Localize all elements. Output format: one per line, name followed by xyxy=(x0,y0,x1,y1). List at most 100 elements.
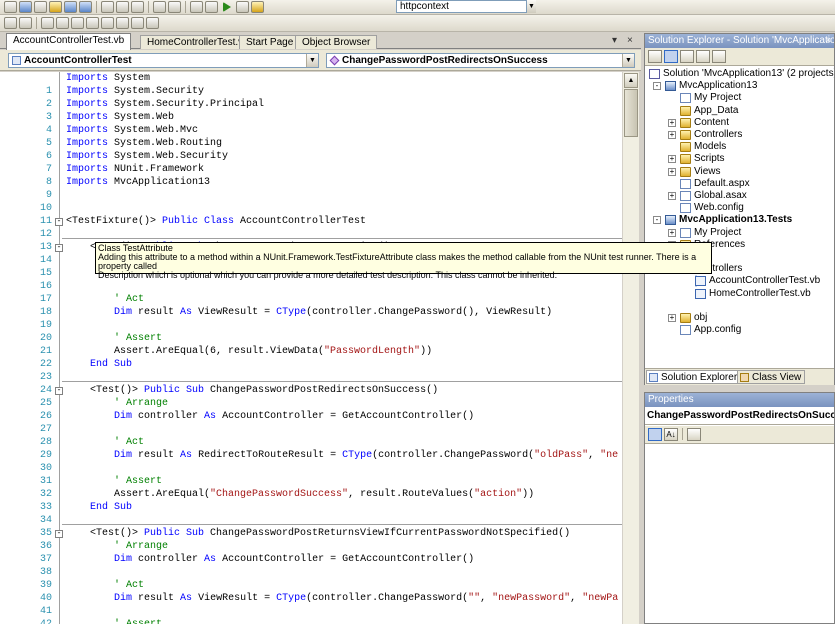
code-line[interactable]: 25 ' Arrange xyxy=(0,397,622,410)
expand-icon[interactable]: + xyxy=(668,314,676,322)
expand-icon[interactable]: + xyxy=(668,228,676,237)
view-code-icon[interactable] xyxy=(696,50,710,63)
code-line[interactable]: 31 ' Assert xyxy=(0,475,622,488)
code-line[interactable]: 5 Imports System.Web.Routing xyxy=(0,137,622,150)
tree-node[interactable]: My Project xyxy=(680,92,741,104)
prev-bookmark-icon[interactable] xyxy=(86,17,99,29)
code-line[interactable]: 39 ' Act xyxy=(0,579,622,592)
tree-node[interactable]: Views xyxy=(680,166,721,178)
code-line[interactable]: 8 Imports MvcApplication13 xyxy=(0,176,622,189)
tab-start-page[interactable]: Start Page xyxy=(239,35,301,49)
tree-node[interactable]: Models xyxy=(680,141,726,153)
code-line[interactable]: 34 xyxy=(0,514,622,527)
expand-icon[interactable]: + xyxy=(668,131,676,139)
collapse-icon[interactable]: - xyxy=(55,244,63,252)
code-line[interactable]: 32 Assert.AreEqual("ChangePasswordSucces… xyxy=(0,488,622,501)
find-icon[interactable] xyxy=(251,1,264,13)
code-line[interactable]: 12 xyxy=(0,228,622,241)
solution-tree[interactable]: Solution 'MvcApplication13' (2 projects)… xyxy=(645,67,834,367)
tree-node[interactable]: Web.config xyxy=(680,202,744,214)
indent-icon[interactable] xyxy=(4,17,17,29)
tab-class-view[interactable]: Class View xyxy=(737,370,806,384)
tree-node[interactable]: HomeControllerTest.vb xyxy=(695,288,811,300)
next-bookmark-icon[interactable] xyxy=(101,17,114,29)
collapse-icon[interactable]: - xyxy=(653,82,661,91)
outdent-icon[interactable] xyxy=(19,17,32,29)
code-line[interactable]: 26 Dim controller As AccountController =… xyxy=(0,410,622,423)
navigate-backward-icon[interactable] xyxy=(190,1,203,13)
find-dropdown-button[interactable]: ▼ xyxy=(526,0,536,13)
paste-icon[interactable] xyxy=(131,1,144,13)
tree-node[interactable]: App_Data xyxy=(680,105,738,117)
cut-icon[interactable] xyxy=(101,1,114,13)
refresh-icon[interactable] xyxy=(680,50,694,63)
code-line[interactable]: 7 Imports NUnit.Framework xyxy=(0,163,622,176)
view-class-diagram-icon[interactable] xyxy=(712,50,726,63)
method-name-combo[interactable]: ChangePasswordPostRedirectsOnSuccess ▼ xyxy=(326,53,635,68)
alphabetical-icon[interactable]: A↓ xyxy=(664,428,678,441)
code-line[interactable]: 22 End Sub xyxy=(0,358,622,371)
bookmark-icon[interactable] xyxy=(71,17,84,29)
scroll-up-button[interactable]: ▲ xyxy=(624,73,638,88)
collapse-icon[interactable]: - xyxy=(55,530,63,538)
code-line[interactable]: 37 Dim controller As AccountController =… xyxy=(0,553,622,566)
code-line[interactable]: 6 Imports System.Web.Security xyxy=(0,150,622,163)
copy-icon[interactable] xyxy=(116,1,129,13)
code-line[interactable]: 41 xyxy=(0,605,622,618)
code-line[interactable]: 10 xyxy=(0,202,622,215)
save-all-icon[interactable] xyxy=(79,1,92,13)
code-line[interactable]: 3 Imports System.Web xyxy=(0,111,622,124)
code-line[interactable]: 24- <Test()> Public Sub ChangePasswordPo… xyxy=(0,384,622,397)
code-line[interactable]: 19 xyxy=(0,319,622,332)
code-line[interactable]: 16 xyxy=(0,280,622,293)
open-file-icon[interactable] xyxy=(49,1,62,13)
uncomment-icon[interactable] xyxy=(56,17,69,29)
tree-node[interactable]: Controllers xyxy=(680,129,742,141)
clear-bookmarks-icon[interactable] xyxy=(146,17,159,29)
code-line[interactable]: 30 xyxy=(0,462,622,475)
code-line[interactable]: 9 xyxy=(0,189,622,202)
expand-icon[interactable]: + xyxy=(668,118,676,127)
start-debugging-icon[interactable] xyxy=(223,2,231,12)
expand-icon[interactable]: + xyxy=(668,155,676,164)
code-line[interactable]: 36 ' Arrange xyxy=(0,540,622,553)
close-icon[interactable]: × xyxy=(826,34,831,47)
next-bookmark-folder-icon[interactable] xyxy=(131,17,144,29)
code-line[interactable]: 35- <Test()> Public Sub ChangePasswordPo… xyxy=(0,527,622,540)
expand-icon[interactable]: + xyxy=(668,192,676,200)
prev-bookmark-folder-icon[interactable] xyxy=(116,17,129,29)
code-line[interactable]: 28 ' Act xyxy=(0,436,622,449)
active-files-dropdown[interactable]: ▾ xyxy=(612,35,617,46)
tab-object-browser[interactable]: Object Browser xyxy=(295,35,378,49)
tree-node[interactable]: MvcApplication13 xyxy=(665,80,757,92)
properties-icon[interactable] xyxy=(648,50,662,63)
tree-node[interactable]: Content xyxy=(680,117,729,129)
property-pages-icon[interactable] xyxy=(687,428,701,441)
code-line[interactable]: 21 Assert.AreEqual(6, result.ViewData("P… xyxy=(0,345,622,358)
undo-icon[interactable] xyxy=(153,1,166,13)
collapse-icon[interactable]: - xyxy=(653,216,661,225)
add-item-icon[interactable] xyxy=(34,1,47,13)
tree-node[interactable]: MvcApplication13.Tests xyxy=(665,214,792,226)
save-icon[interactable] xyxy=(64,1,77,13)
collapse-icon[interactable]: - xyxy=(55,218,63,226)
code-line[interactable]: 27 xyxy=(0,423,622,436)
code-line[interactable]: 33 End Sub xyxy=(0,501,622,514)
tree-node[interactable]: App.config xyxy=(680,324,741,336)
tree-node[interactable]: Scripts xyxy=(680,153,725,165)
tree-node[interactable]: My Project xyxy=(680,227,741,239)
solution-config-icon[interactable] xyxy=(236,1,249,13)
tree-node[interactable]: obj xyxy=(680,312,707,324)
redo-icon[interactable] xyxy=(168,1,181,13)
code-line[interactable]: 4 Imports System.Web.Mvc xyxy=(0,124,622,137)
categorized-icon[interactable] xyxy=(648,428,662,441)
code-line[interactable]: 2 Imports System.Security.Principal xyxy=(0,98,622,111)
navigate-forward-icon[interactable] xyxy=(205,1,218,13)
tab-account-controller-test[interactable]: AccountControllerTest.vb xyxy=(6,33,132,50)
navigate-icon[interactable] xyxy=(4,1,17,13)
collapse-icon[interactable]: - xyxy=(55,387,63,395)
chevron-down-icon[interactable]: ▼ xyxy=(306,54,318,67)
code-line[interactable]: 17 ' Act xyxy=(0,293,622,306)
code-text-area[interactable]: Imports System 1 Imports System.Security 2 I… xyxy=(0,72,622,624)
code-line[interactable]: 38 xyxy=(0,566,622,579)
